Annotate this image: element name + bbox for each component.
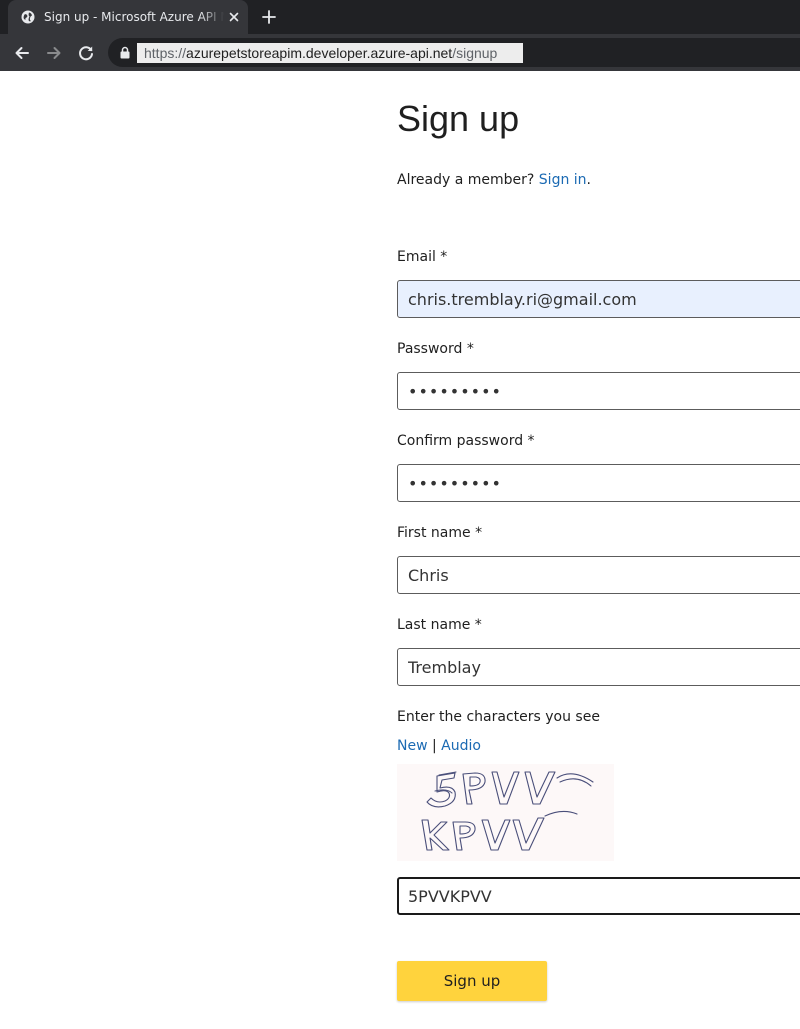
already-member-line: Already a member? Sign in. bbox=[397, 170, 591, 190]
browser-tab[interactable]: Sign up - Microsoft Azure API Management bbox=[8, 0, 248, 34]
page-title: Sign up bbox=[397, 98, 520, 139]
captcha-links: New | Audio bbox=[397, 736, 481, 756]
captcha-link-separator: | bbox=[427, 738, 442, 754]
browser-toolbar: https://azurepetstoreapim.developer.azur… bbox=[0, 34, 800, 71]
captcha-glyphs bbox=[397, 764, 614, 861]
captcha-label: Enter the characters you see bbox=[397, 709, 600, 725]
already-member-text: Already a member? bbox=[397, 172, 535, 188]
password-label: Password * bbox=[397, 341, 474, 357]
first-name-field[interactable] bbox=[397, 556, 800, 594]
url-path: /signup bbox=[452, 45, 498, 61]
sign-in-link[interactable]: Sign in bbox=[539, 172, 587, 188]
first-name-label: First name * bbox=[397, 525, 483, 541]
tab-title: Sign up - Microsoft Azure API Management bbox=[44, 9, 224, 25]
url-text[interactable]: https://azurepetstoreapim.developer.azur… bbox=[137, 43, 523, 63]
password-field[interactable] bbox=[397, 372, 800, 410]
close-icon[interactable] bbox=[226, 9, 242, 25]
period-text: . bbox=[586, 172, 591, 188]
confirm-password-label: Confirm password * bbox=[397, 433, 535, 449]
lock-icon[interactable] bbox=[120, 46, 130, 59]
forward-arrow-icon[interactable] bbox=[44, 43, 64, 63]
last-name-label: Last name * bbox=[397, 617, 482, 633]
captcha-new-link[interactable]: New bbox=[397, 738, 428, 754]
captcha-image bbox=[397, 764, 614, 861]
address-bar[interactable]: https://azurepetstoreapim.developer.azur… bbox=[108, 38, 800, 67]
email-label: Email * bbox=[397, 249, 448, 265]
captcha-audio-link[interactable]: Audio bbox=[441, 738, 481, 754]
globe-icon bbox=[21, 10, 35, 24]
back-arrow-icon[interactable] bbox=[12, 43, 32, 63]
sign-up-button[interactable]: Sign up bbox=[397, 961, 547, 1001]
url-prefix: https:// bbox=[144, 45, 187, 61]
url-domain: azurepetstoreapim.developer.azure-api.ne… bbox=[186, 45, 453, 61]
last-name-field[interactable] bbox=[397, 648, 800, 686]
email-field[interactable] bbox=[397, 280, 800, 318]
browser-tab-bar: Sign up - Microsoft Azure API Management bbox=[0, 0, 800, 34]
reload-icon[interactable] bbox=[76, 43, 96, 63]
new-tab-plus-icon[interactable] bbox=[260, 8, 278, 26]
captcha-field[interactable] bbox=[397, 877, 800, 915]
confirm-password-field[interactable] bbox=[397, 464, 800, 502]
